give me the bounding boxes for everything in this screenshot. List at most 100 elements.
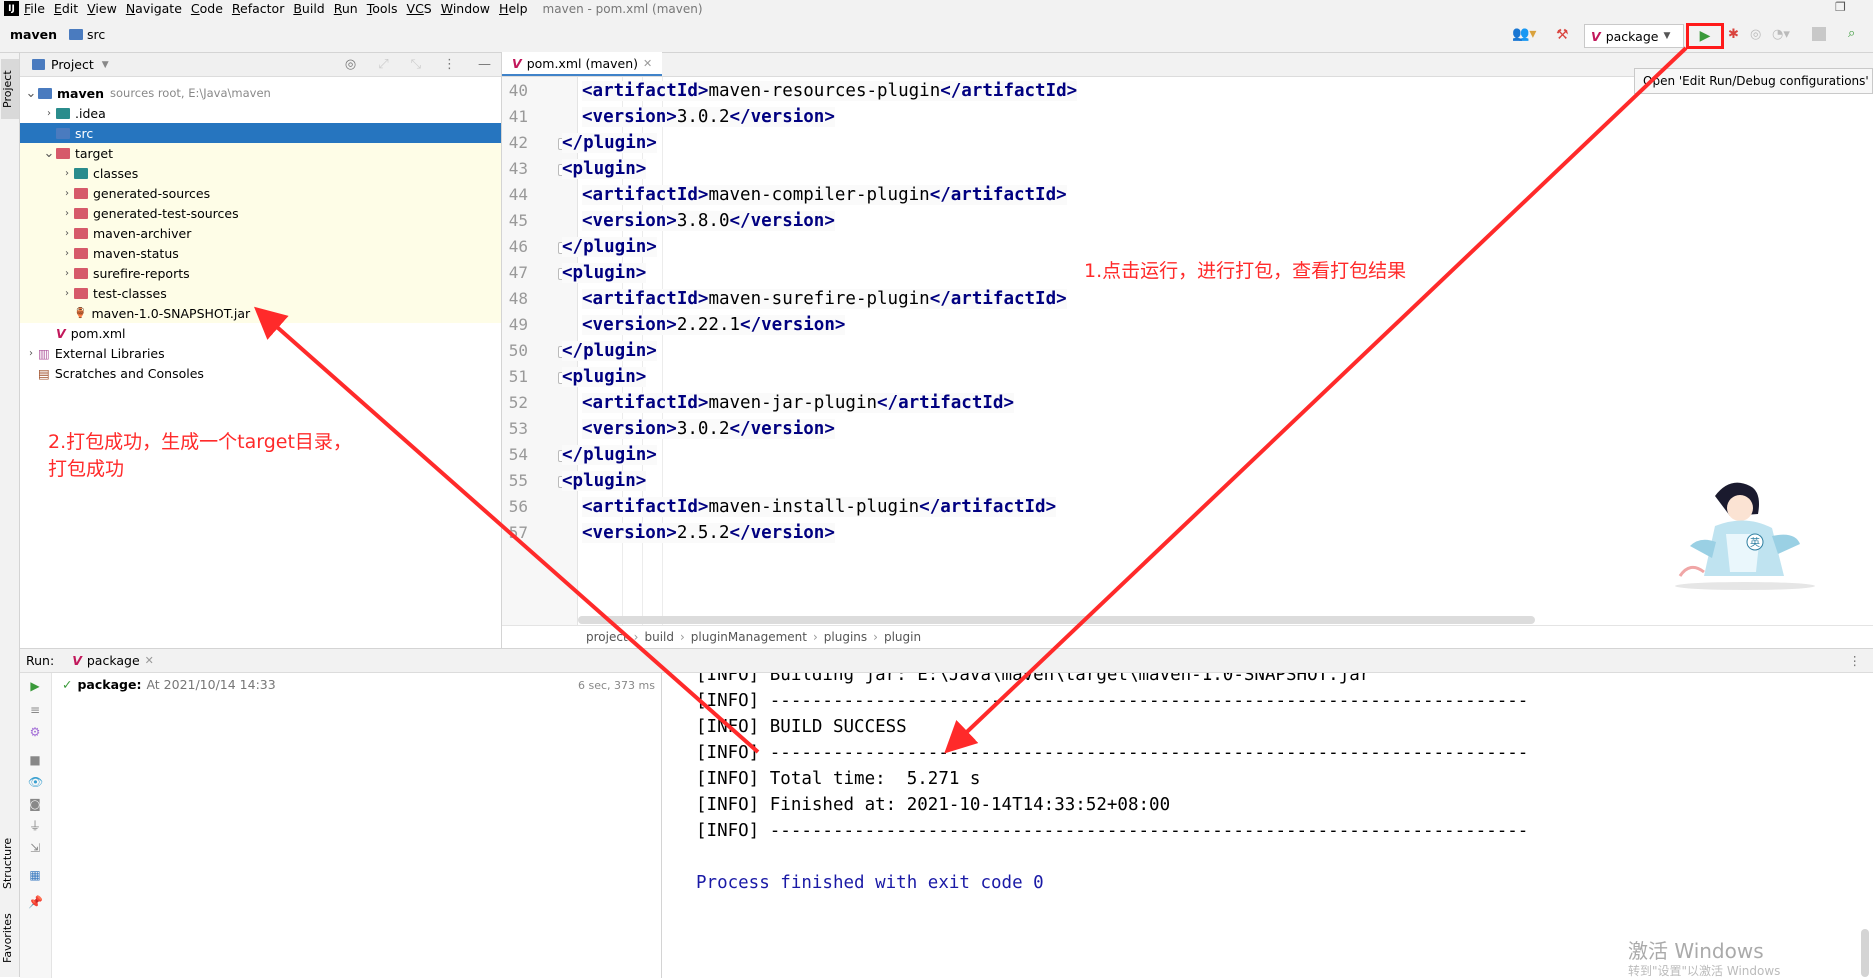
horizontal-scrollbar[interactable] bbox=[578, 616, 1535, 624]
breadcrumb-item[interactable]: pluginManagement bbox=[691, 630, 807, 644]
run-config-selector[interactable]: V package ▼ bbox=[1584, 24, 1684, 48]
breadcrumb-project[interactable]: maven bbox=[10, 27, 57, 42]
chevron-icon[interactable]: › bbox=[60, 268, 74, 279]
menu-item[interactable]: Help bbox=[499, 1, 528, 16]
vcs-user-icon[interactable]: 👥▾ bbox=[1512, 26, 1538, 44]
tree-item[interactable]: › maven-status bbox=[20, 243, 501, 263]
line-number: 51 bbox=[508, 367, 528, 386]
coverage-icon[interactable]: ◎ bbox=[1750, 27, 1766, 43]
options-icon[interactable]: ⋮ bbox=[443, 57, 456, 72]
chevron-icon[interactable]: › bbox=[60, 208, 74, 219]
tree-item-label: surefire-reports bbox=[93, 265, 190, 281]
restore-window-icon[interactable]: ❐ bbox=[1835, 0, 1851, 16]
chevron-icon[interactable]: › bbox=[60, 288, 74, 299]
expand-all-icon[interactable]: ⤢ bbox=[378, 57, 388, 72]
chevron-icon[interactable]: › bbox=[60, 168, 74, 179]
menu-item[interactable]: Window bbox=[441, 1, 490, 16]
line-number: 45 bbox=[508, 211, 528, 230]
menu-item[interactable]: Refactor bbox=[232, 1, 284, 16]
tree-item[interactable]: Vpom.xml bbox=[20, 323, 501, 343]
export-icon[interactable]: ⇲ bbox=[28, 841, 42, 855]
search-icon[interactable]: ⌕ bbox=[1848, 26, 1864, 42]
xml-close-tag: </artifactId> bbox=[940, 81, 1078, 101]
profile-icon[interactable]: ◔▾ bbox=[1772, 27, 1798, 43]
chevron-icon[interactable]: ⌄ bbox=[24, 86, 38, 101]
close-icon[interactable]: ✕ bbox=[145, 654, 154, 667]
plug-icon[interactable]: ⏚ bbox=[28, 819, 42, 833]
collapse-all-icon[interactable]: ⤡ bbox=[411, 57, 421, 72]
tree-item[interactable]: › surefire-reports bbox=[20, 263, 501, 283]
locate-icon[interactable]: ◎ bbox=[345, 57, 356, 72]
layout-icon[interactable]: ▦ bbox=[28, 868, 42, 882]
chevron-icon[interactable]: ⌄ bbox=[42, 146, 56, 161]
menu-item[interactable]: Tools bbox=[367, 1, 398, 16]
pin-icon[interactable]: 📌 bbox=[28, 895, 43, 909]
tab-pom-xml[interactable]: V pom.xml (maven) ✕ bbox=[502, 52, 663, 76]
run-button[interactable]: ▶ bbox=[1686, 23, 1724, 49]
chevron-down-icon[interactable]: ▼ bbox=[102, 60, 109, 70]
tree-item[interactable]: › ▥ External Libraries bbox=[20, 343, 501, 363]
tree-item[interactable]: 🏺 maven-1.0-SNAPSHOT.jar bbox=[20, 303, 501, 323]
xml-close-tag: </artifactId> bbox=[877, 393, 1014, 413]
menu-item[interactable]: Edit bbox=[54, 1, 78, 16]
chevron-icon[interactable]: › bbox=[42, 108, 56, 119]
console-line: Process finished with exit code 0 bbox=[696, 873, 1044, 893]
folder-icon bbox=[74, 287, 88, 299]
chevron-icon[interactable]: › bbox=[60, 228, 74, 239]
stop-icon[interactable]: ■ bbox=[28, 753, 42, 767]
tree-item[interactable]: › generated-test-sources bbox=[20, 203, 501, 223]
structure-side-tab[interactable]: Structure bbox=[1, 823, 19, 903]
menu-item[interactable]: Code bbox=[191, 1, 223, 16]
menu-item[interactable]: Build bbox=[293, 1, 324, 16]
show-icon[interactable]: 👁 bbox=[28, 775, 43, 789]
project-panel-title[interactable]: Project bbox=[51, 57, 94, 72]
menu-item[interactable]: File bbox=[24, 1, 45, 16]
breadcrumb-item[interactable]: plugins bbox=[824, 630, 867, 644]
run-tab-package[interactable]: V package ✕ bbox=[72, 653, 154, 668]
code-line: </plugin> bbox=[562, 237, 657, 257]
options-icon[interactable]: ⋮ bbox=[1849, 653, 1862, 668]
filter-icon[interactable]: ≡ bbox=[28, 703, 42, 717]
tree-item[interactable]: ⌄ maven sources root, E:\Java\maven bbox=[20, 83, 501, 103]
tree-item[interactable]: src bbox=[20, 123, 501, 143]
menu-item[interactable]: Run bbox=[334, 1, 358, 16]
chevron-icon[interactable]: › bbox=[24, 348, 38, 359]
close-icon[interactable]: ✕ bbox=[643, 57, 652, 70]
breadcrumb-folder[interactable]: src bbox=[69, 27, 105, 42]
code-line: <version>2.5.2</version> bbox=[582, 523, 835, 543]
menu-item[interactable]: Navigate bbox=[126, 1, 182, 16]
stop-icon[interactable] bbox=[1812, 27, 1826, 41]
favorites-side-tab[interactable]: Favorites bbox=[1, 903, 19, 973]
menu-item[interactable]: View bbox=[87, 1, 117, 16]
run-tree-item[interactable]: ✓ package: At 2021/10/14 14:33 bbox=[62, 677, 276, 692]
build-hammer-icon[interactable]: ⚒ bbox=[1556, 27, 1572, 43]
chevron-icon[interactable]: › bbox=[60, 188, 74, 199]
xml-close-tag: </artifactId> bbox=[929, 185, 1067, 205]
tree-item[interactable]: › test-classes bbox=[20, 283, 501, 303]
debug-icon[interactable]: ✱ bbox=[1728, 27, 1744, 43]
menu-item[interactable]: VCS bbox=[407, 1, 432, 16]
settings-icon[interactable]: ⚙ bbox=[28, 725, 42, 739]
chevron-icon[interactable]: › bbox=[60, 248, 74, 259]
rerun-icon[interactable]: ▶ bbox=[28, 679, 42, 693]
project-side-tab[interactable]: Project bbox=[1, 59, 19, 119]
xml-value: 3.0.2 bbox=[676, 419, 730, 439]
tree-item[interactable]: ▤ Scratches and Consoles bbox=[20, 363, 501, 383]
tree-item[interactable]: ⌄ target bbox=[20, 143, 501, 163]
run-panel: Run: V package ✕ ⋮ ▶ ≡ ⚙ ■ 👁 ◙ ⏚ ⇲ ▦ 📌 ✓… bbox=[20, 648, 1873, 978]
console-scrollbar[interactable] bbox=[1861, 929, 1869, 977]
tree-item[interactable]: › generated-sources bbox=[20, 183, 501, 203]
camera-icon[interactable]: ◙ bbox=[28, 797, 42, 811]
tree-item[interactable]: › .idea bbox=[20, 103, 501, 123]
code-line: <plugin> bbox=[562, 471, 647, 491]
tree-item[interactable]: › classes bbox=[20, 163, 501, 183]
line-number: 43 bbox=[508, 159, 528, 178]
breadcrumb-item[interactable]: build bbox=[644, 630, 674, 644]
breadcrumb-item[interactable]: project bbox=[586, 630, 628, 644]
breadcrumb-separator-icon: › bbox=[633, 630, 639, 644]
hide-panel-icon[interactable]: — bbox=[478, 57, 491, 72]
tree-item[interactable]: › maven-archiver bbox=[20, 223, 501, 243]
console-output[interactable]: [INFO] Building jar: E:\Java\maven\targe… bbox=[662, 673, 1873, 978]
xml-open-tag: <artifactId> bbox=[582, 185, 709, 205]
breadcrumb-item[interactable]: plugin bbox=[884, 630, 921, 644]
